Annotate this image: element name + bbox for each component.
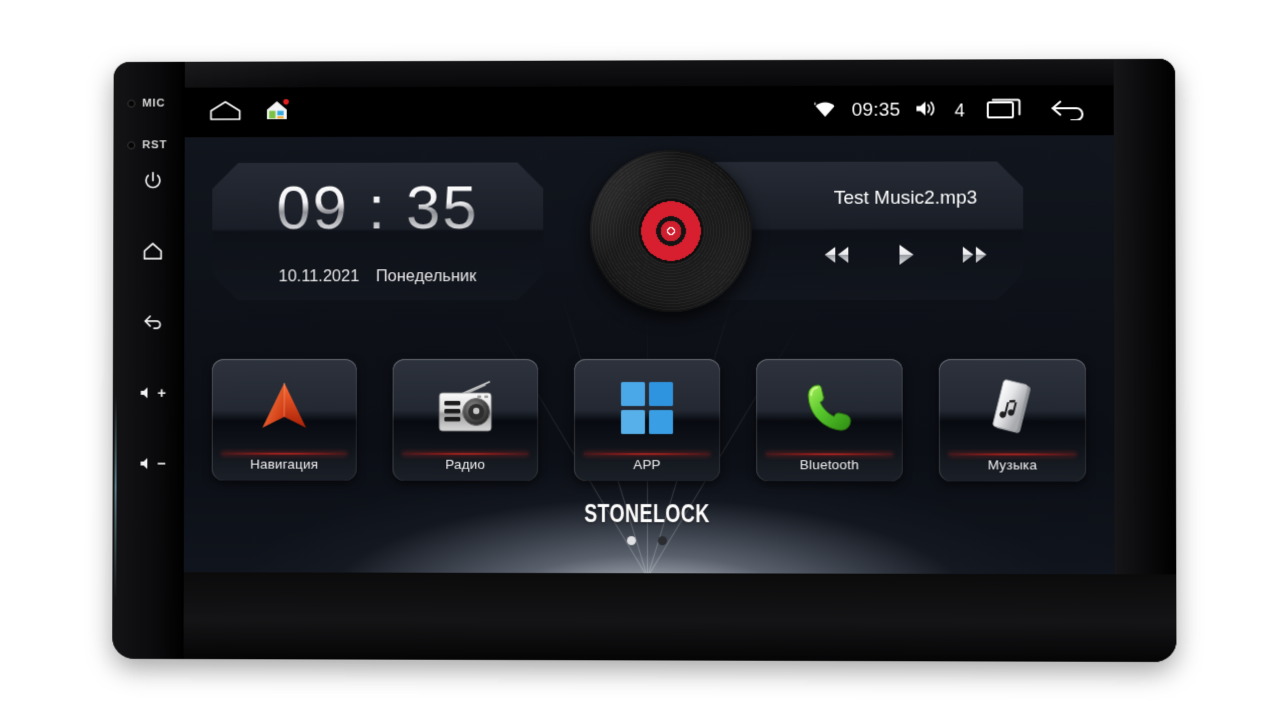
speaker-icon — [140, 458, 148, 469]
wifi-icon — [814, 98, 838, 123]
bezel-left: MIC RST + − — [112, 61, 185, 660]
power-icon — [141, 169, 165, 193]
app-grid-icon — [574, 359, 720, 453]
rewind-icon — [820, 244, 854, 266]
power-button[interactable] — [139, 167, 167, 195]
volume-up-button[interactable]: + — [139, 379, 167, 407]
phone-handset-icon — [756, 359, 903, 453]
mic-hole-icon — [127, 99, 136, 108]
home-screen: 09 : 35 10.11.2021 Понедельник Test Musi… — [183, 135, 1115, 575]
app-tile-label: APP — [633, 457, 661, 473]
clock-separator: : — [367, 173, 388, 243]
clock-date-row: 10.11.2021 Понедельник — [212, 267, 543, 286]
app-tile-app[interactable]: APP — [574, 358, 721, 482]
navigation-arrow-icon — [212, 359, 357, 453]
bezel-right — [1113, 58, 1177, 663]
page-dot-active[interactable] — [626, 536, 636, 546]
back-arrow-icon — [141, 310, 165, 334]
app-tile-navigation[interactable]: Навигация — [211, 359, 357, 481]
bezel-bottom — [183, 572, 1177, 663]
volume-down-button[interactable]: − — [138, 450, 166, 478]
play-icon — [891, 242, 919, 268]
app-tile-label: Музыка — [987, 457, 1038, 473]
usb-music-icon — [939, 359, 1086, 453]
app-tile-bluetooth[interactable]: Bluetooth — [756, 358, 903, 482]
fast-forward-icon — [957, 244, 991, 266]
home-outline-icon[interactable] — [208, 98, 242, 127]
recent-apps-icon[interactable] — [987, 96, 1025, 125]
reset-button[interactable]: RST — [127, 139, 167, 151]
status-bar: 09:35 4 — [184, 85, 1114, 138]
track-title: Test Music2.mp3 — [833, 187, 978, 209]
touchscreen[interactable]: 09:35 4 09: 35 10.11.2021 Понедельник T… — [183, 85, 1115, 575]
volume-up-sign: + — [157, 384, 167, 402]
app-tile-label: Навигация — [250, 456, 319, 472]
app-tile-radio[interactable]: Радио — [392, 359, 539, 481]
clock-minutes: 35 — [406, 173, 479, 243]
app-tile-music[interactable]: Музыка — [938, 358, 1087, 482]
next-track-button[interactable] — [952, 240, 996, 270]
volume-icon[interactable] — [914, 98, 940, 123]
clock-date: 10.11.2021 — [278, 267, 360, 286]
mic-label: MIC — [142, 97, 166, 110]
app-tile-label: Радио — [445, 456, 486, 472]
status-time: 09:35 — [851, 99, 901, 121]
home-icon — [141, 240, 165, 264]
tile-divider — [221, 452, 347, 455]
music-controls — [802, 240, 1009, 270]
mic-hole: MIC — [127, 98, 165, 110]
app-dock: Навигация Радио APP Bluetooth Музыка — [211, 358, 1087, 482]
page-dot[interactable] — [657, 536, 667, 546]
play-button[interactable] — [883, 240, 927, 270]
page-indicator — [184, 535, 1115, 546]
volume-level: 4 — [954, 99, 965, 121]
vinyl-record-icon[interactable] — [590, 149, 753, 313]
reset-label: RST — [142, 139, 168, 152]
tile-divider — [584, 452, 710, 456]
head-unit-device: MIC RST + − 09:35 4 09: 35 10.11.2021 П… — [112, 58, 1177, 663]
reset-hole-icon — [127, 141, 136, 150]
bezel-top — [184, 58, 1176, 88]
speaker-icon — [140, 387, 148, 399]
tile-divider — [949, 453, 1076, 456]
radio-icon — [393, 359, 539, 453]
back-hardware-button[interactable] — [139, 308, 167, 336]
back-arrow-icon[interactable] — [1049, 96, 1087, 125]
volume-down-sign: − — [157, 455, 167, 473]
clock-weekday: Понедельник — [375, 267, 477, 286]
tile-divider — [766, 453, 893, 456]
brand-watermark: STONELOCK — [584, 500, 710, 529]
home-hardware-button[interactable] — [139, 238, 167, 266]
tile-divider — [402, 452, 528, 455]
clock-time: 09 : 35 — [212, 172, 543, 243]
clock-hours: 09 — [276, 173, 349, 243]
previous-track-button[interactable] — [815, 240, 859, 270]
app-tile-label: Bluetooth — [799, 457, 859, 473]
clock-widget[interactable]: 09 : 35 10.11.2021 Понедельник — [212, 162, 543, 300]
house-color-icon[interactable] — [264, 98, 290, 127]
